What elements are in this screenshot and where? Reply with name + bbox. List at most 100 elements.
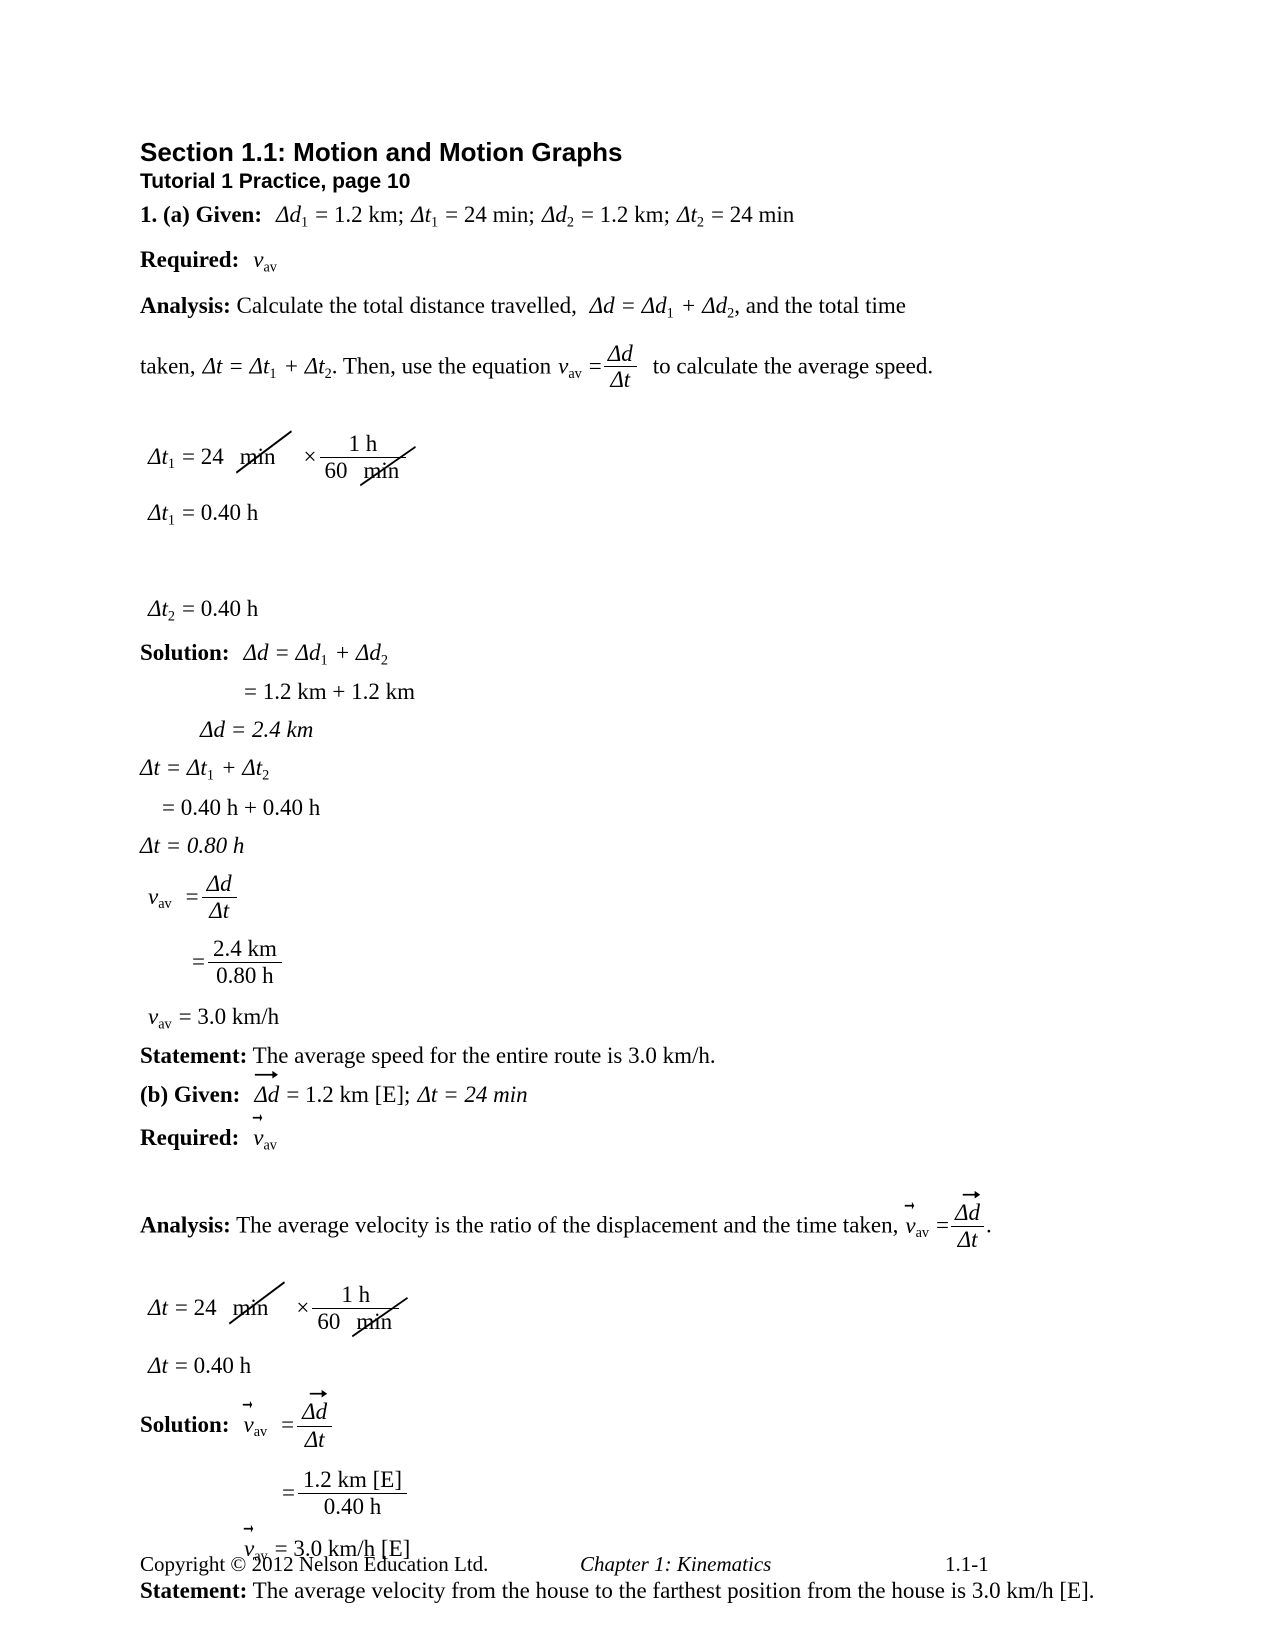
analysis-text-1: Calculate the total distance travelled, [236,292,577,318]
part-a-solution-line-2: = 1.2 km + 1.2 km [140,677,1140,707]
given-t2-value: = 24 min [710,202,795,228]
sol-line5-text: = 0.40 h + 0.40 h [162,794,321,820]
analysis-velocity-vector: v [905,1201,916,1241]
part-b-time-conversion: Δt = 24 min × 1 h 60 min [140,1281,1140,1338]
sol-line4-plus: + Δt [220,755,263,781]
part-a-vav-numeric-line: = 2.4 km 0.80 h [140,936,1140,989]
analysis-v-subscript: av [568,365,582,382]
part-a-solution-line-6: Δt = 0.80 h [140,831,1140,861]
statement-label: Statement: [140,1043,248,1069]
analysis-fraction-b-numerator: Δd [951,1191,985,1227]
conv1-equals-value: = 24 [182,443,224,469]
given-t2-subscript: 2 [696,214,704,231]
vav-final-subscript: av [158,1015,172,1032]
document-page: Section 1.1: Motion and Motion Graphs Tu… [0,0,1275,1651]
part-a-solution-line-4: Δt = Δt1 + Δt2 [140,753,1140,785]
solution-numeric-b-denominator: 0.40 h [323,1494,382,1520]
sol-line1-sub-2: 2 [380,651,389,668]
conv1-fraction: 1 h 60 min [319,431,416,486]
sol-line2-text: = 1.2 km + 1.2 km [244,679,415,705]
solution-velocity-subscript: av [253,1424,268,1441]
analysis-velocity-subscript: av [915,1225,930,1242]
footer-page-number: 1.1-1 [945,1552,989,1576]
analysis-text-4: . Then, use the equation [331,353,552,379]
analysis-equals-b: = [936,1212,950,1238]
solution-frac-displacement-vector: Δd [302,1390,328,1425]
analysis-eq-1: Δd = Δd [589,292,667,318]
conv1-den-number: 60 [324,457,348,483]
sol-line1-sub-1: 1 [320,651,328,668]
sol-line3-text: Δd = 2.4 km [200,717,314,743]
part-b-analysis-line: Analysis: The average velocity is the ra… [140,1191,1140,1252]
analysis-velocity-symbol: v [905,1212,916,1238]
analysis-eq-2-sub-1: 1 [269,365,277,382]
part-a-label: 1. (a) Given: [140,202,263,228]
solution-frac-num-text: Δd [302,1399,328,1425]
analysis-fraction-numerator: Δd [603,341,637,368]
tb-result-value: = 0.40 h [174,1353,252,1379]
convb-den-number: 60 [317,1309,341,1335]
analysis-frac-num-text: Δd [955,1200,981,1226]
part-a-statement-line: Statement: The average speed for the ent… [140,1041,1140,1071]
vav-numeric-fraction: 2.4 km 0.80 h [207,936,282,989]
given-t1-symbol: Δt [411,202,432,228]
analysis-text-5: to calculate the average speed. [652,353,934,379]
analysis-text-3: taken, [140,353,196,379]
given-t2-symbol: Δt [676,202,697,228]
solution-numeric-fraction-b: 1.2 km [E] 0.40 h [297,1467,407,1520]
part-a-solution-line-1: Solution: Δd = Δd1 + Δd2 [140,638,1140,670]
conv1-cancelled-unit-denominator: min [359,445,416,486]
part-b-statement-line: Statement: The average velocity from the… [140,1576,1140,1606]
tb-result-symbol: Δt [148,1353,168,1379]
vector-arrow-icon [954,1188,981,1200]
analysis-eq-2-plus: + Δt [283,353,325,379]
convb-lhs-symbol: Δt [148,1295,168,1320]
required-label: Required: [140,247,240,273]
vector-arrow-icon [301,1387,328,1399]
statement-text-b: The average velocity from the house to t… [252,1578,1095,1604]
convb-fraction: 1 h 60 min [312,1282,409,1338]
given-d2-subscript: 2 [566,214,574,231]
convb-unit-text: min [232,1295,269,1320]
part-a-analysis-line-1: Analysis: Calculate the total distance t… [140,291,1140,323]
given-displacement-value: = 1.2 km [E]; [286,1081,411,1107]
vav-fraction-numerator: Δd [201,871,237,898]
subsection-title: Tutorial 1 Practice, page 10 [140,170,411,194]
given-d2-value: = 1.2 km; [580,202,670,228]
part-b-solution-line-2: = 1.2 km [E] 0.40 h [140,1467,1140,1520]
analysis-label: Analysis: [140,292,231,318]
sol-line4-sub-1: 1 [206,767,214,784]
vector-arrow-icon [904,1199,915,1211]
analysis-frac-displacement-vector: Δd [955,1191,981,1226]
required-velocity-subscript: av [263,1136,277,1153]
t1-result-symbol: Δt [148,499,168,525]
section-title: Section 1.1: Motion and Motion Graphs [140,137,623,167]
t1-result-value: = 0.40 h [182,499,259,525]
part-a-t2-result: Δt2 = 0.40 h [140,594,1140,626]
conv1-fraction-denominator: 60 min [320,445,416,486]
conv1-times-sign: × [303,443,317,469]
given-d1-symbol: Δd [276,202,302,228]
conv1-den-unit-text: min [363,457,400,483]
conv1-unit-text: min [239,443,276,469]
analysis-equals: = [588,353,602,379]
vector-arrow-icon [242,1398,253,1410]
convb-equals-value: = 24 [174,1295,217,1320]
part-b-t-result: Δt = 0.40 h [140,1351,1140,1381]
analysis-eq-1-plus: + Δd [680,292,728,318]
required-velocity-vector: v [253,1113,263,1153]
required-v-symbol: v [253,247,264,273]
solution-label: Solution: [140,639,230,665]
analysis-label-b: Analysis: [140,1212,231,1238]
vav-equals-2: = [192,949,205,975]
part-a-given-line: 1. (a) Given: Δd1 = 1.2 km; Δt1 = 24 min; Δd2… [140,200,1140,232]
conv1-fraction-numerator: 1 h [319,431,407,458]
sol-line1-plus: + Δd [334,639,381,665]
required-v-subscript: av [263,259,277,276]
footer-copyright: Copyright © 2012 Nelson Education Ltd. [140,1552,489,1576]
solution-equals-b-2: = [282,1479,295,1505]
conv1-lhs-symbol: Δt [148,443,168,469]
part-b-solution-line-1: Solution: vav = Δd Δt [140,1390,1140,1452]
given-t1-subscript: 1 [431,214,439,231]
analysis-text-b: The average velocity is the ratio of the… [236,1212,899,1238]
